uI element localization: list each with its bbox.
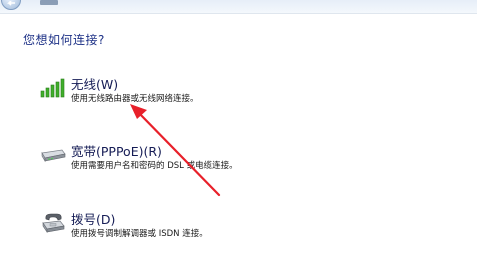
option-wireless-label: 无线(W) bbox=[71, 77, 119, 92]
option-broadband-description: 使用需要用户名和密码的 DSL 或电缆连接。 bbox=[71, 161, 238, 171]
wireless-signal-icon bbox=[40, 78, 66, 102]
title-bar bbox=[0, 0, 477, 14]
back-button[interactable] bbox=[1, 0, 21, 10]
option-wireless-description: 使用无线路由器或无线网络连接。 bbox=[71, 94, 199, 104]
option-broadband-label: 宽带(PPPoE)(R) bbox=[71, 144, 162, 159]
phone-modem-icon bbox=[40, 213, 66, 237]
back-arrow-icon bbox=[7, 1, 15, 6]
connection-wizard-window: 您想如何连接? 无线(W) 使用无线路由器或无线网络连接。 宽带(PPPoE)(… bbox=[0, 0, 477, 275]
option-broadband[interactable]: 宽带(PPPoE)(R) 使用需要用户名和密码的 DSL 或电缆连接。 bbox=[36, 141, 316, 175]
window-title bbox=[40, 0, 58, 5]
option-wireless[interactable]: 无线(W) 使用无线路由器或无线网络连接。 bbox=[36, 74, 316, 108]
option-dialup-label: 拨号(D) bbox=[71, 212, 116, 227]
option-dialup-description: 使用拨号调制解调器或 ISDN 连接。 bbox=[71, 229, 208, 239]
connection-question: 您想如何连接? bbox=[23, 33, 105, 47]
modem-icon bbox=[40, 145, 66, 167]
option-dialup[interactable]: 拨号(D) 使用拨号调制解调器或 ISDN 连接。 bbox=[36, 209, 316, 243]
